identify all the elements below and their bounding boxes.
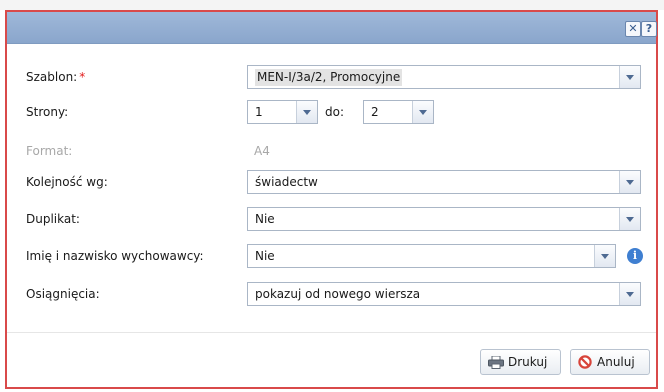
duplikat-value: Nie bbox=[255, 212, 275, 226]
duplikat-select[interactable]: Nie bbox=[247, 207, 641, 231]
duplikat-label: Duplikat: bbox=[26, 212, 80, 226]
wychowawca-value: Nie bbox=[255, 249, 275, 263]
szablon-label: Szablon: * bbox=[26, 70, 86, 84]
chevron-down-icon[interactable] bbox=[594, 245, 615, 267]
osiagniecia-value: pokazuj od nowego wiersza bbox=[255, 287, 421, 301]
kolejnosc-label: Kolejność wg: bbox=[26, 175, 108, 189]
row-osiagniecia: Osiągnięcia: pokazuj od nowego wiersza bbox=[7, 282, 656, 308]
row-szablon: Szablon: * MEN-I/3a/2, Promocyjne bbox=[7, 65, 656, 91]
row-strony: Strony: 1 do: 2 bbox=[7, 100, 656, 126]
help-icon[interactable]: ? bbox=[641, 21, 657, 37]
strony-from-select[interactable]: 1 bbox=[247, 100, 318, 124]
required-mark: * bbox=[79, 70, 86, 84]
footer-divider bbox=[7, 332, 656, 333]
szablon-value: MEN-I/3a/2, Promocyjne bbox=[255, 69, 403, 86]
strony-to-select[interactable]: 2 bbox=[363, 100, 434, 124]
row-wychowawca: Imię i nazwisko wychowawcy: Nie i bbox=[7, 244, 656, 270]
wychowawca-label: Imię i nazwisko wychowawcy: bbox=[26, 249, 204, 263]
printer-icon bbox=[488, 356, 504, 369]
szablon-select[interactable]: MEN-I/3a/2, Promocyjne bbox=[247, 65, 641, 89]
cancel-icon bbox=[578, 355, 592, 369]
chevron-down-icon[interactable] bbox=[619, 171, 640, 193]
cancel-button[interactable]: Anuluj bbox=[570, 349, 650, 375]
cancel-button-label: Anuluj bbox=[597, 355, 635, 369]
chevron-down-icon[interactable] bbox=[412, 101, 433, 123]
info-icon[interactable]: i bbox=[627, 248, 643, 264]
osiagniecia-select[interactable]: pokazuj od nowego wiersza bbox=[247, 282, 641, 306]
format-value: A4 bbox=[254, 144, 270, 158]
chevron-down-icon[interactable] bbox=[619, 283, 640, 305]
strony-from-value: 1 bbox=[255, 105, 263, 119]
close-icon[interactable]: ✕ bbox=[625, 21, 641, 37]
print-dialog: ✕ ? Szablon: * MEN-I/3a/2, Promocyjne Str… bbox=[5, 10, 658, 389]
wychowawca-select[interactable]: Nie bbox=[247, 244, 616, 268]
format-label: Format: bbox=[26, 144, 73, 158]
strony-to-label: do: bbox=[325, 105, 345, 119]
kolejnosc-select[interactable]: świadectw bbox=[247, 170, 641, 194]
dialog-titlebar: ✕ ? bbox=[7, 12, 657, 44]
print-button[interactable]: Drukuj bbox=[480, 349, 561, 375]
background-window bbox=[0, 0, 664, 10]
strony-label: Strony: bbox=[26, 105, 69, 119]
kolejnosc-value: świadectw bbox=[255, 175, 318, 189]
row-duplikat: Duplikat: Nie bbox=[7, 207, 656, 233]
print-button-label: Drukuj bbox=[508, 355, 548, 369]
chevron-down-icon[interactable] bbox=[619, 208, 640, 230]
osiagniecia-label: Osiągnięcia: bbox=[26, 287, 100, 301]
strony-to-value: 2 bbox=[371, 105, 379, 119]
chevron-down-icon[interactable] bbox=[296, 101, 317, 123]
chevron-down-icon[interactable] bbox=[619, 66, 640, 88]
row-kolejnosc: Kolejność wg: świadectw bbox=[7, 170, 656, 196]
row-format: Format: A4 bbox=[7, 139, 656, 165]
